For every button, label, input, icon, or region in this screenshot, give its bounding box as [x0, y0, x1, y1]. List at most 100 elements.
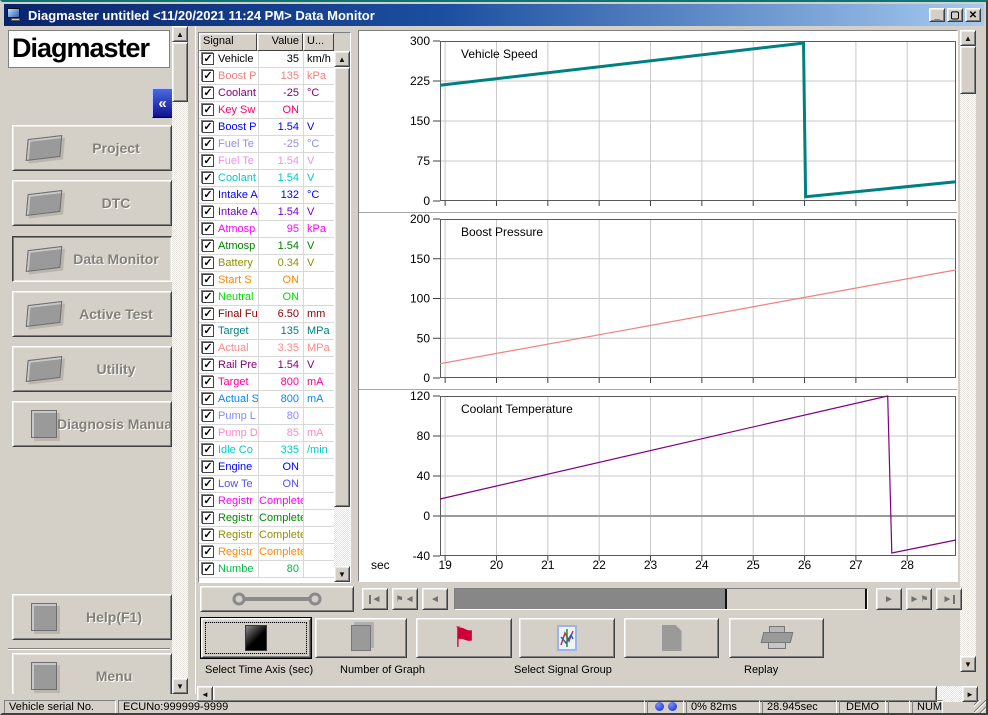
title-bar[interactable]: Diagmaster untitled <11/20/2021 11:24 PM… [4, 4, 984, 26]
chart-scrollbar[interactable]: ▲ ▼ [960, 30, 976, 672]
signal-checkbox[interactable]: ✓ [202, 342, 214, 354]
table-row[interactable]: ✓Start SON [199, 272, 334, 289]
table-row[interactable]: ✓Battery0.34V [199, 255, 334, 272]
select-time-axis-button[interactable] [201, 618, 311, 658]
table-scrollbar[interactable]: ▲ ▼ [334, 51, 350, 582]
timeline-track[interactable] [454, 588, 868, 610]
column-header-signal[interactable]: Signal [199, 33, 257, 51]
table-row[interactable]: ✓NeutralON [199, 289, 334, 306]
scrollbar-thumb[interactable] [960, 46, 976, 94]
sidebar-item-data-monitor[interactable]: Data Monitor [12, 236, 172, 282]
signal-checkbox[interactable]: ✓ [202, 121, 214, 133]
step-next-button[interactable]: ► [876, 588, 902, 610]
settings-wrench-button[interactable] [200, 586, 354, 612]
signal-checkbox[interactable]: ✓ [202, 223, 214, 235]
print-replay-button[interactable] [729, 618, 824, 658]
table-row[interactable]: ✓Low TeON [199, 476, 334, 493]
signal-checkbox[interactable]: ✓ [202, 206, 214, 218]
sidebar-scrollbar[interactable]: ▲ ▼ [172, 26, 188, 694]
sidebar-item-project[interactable]: Project [12, 125, 172, 171]
scrollbar-thumb[interactable] [172, 42, 188, 102]
table-row[interactable]: ✓Boost P1.54V [199, 119, 334, 136]
table-row[interactable]: ✓Vehicle35km/h [199, 51, 334, 68]
sidebar-item-dtc[interactable]: DTC [12, 180, 172, 226]
scroll-up-icon[interactable]: ▲ [334, 51, 350, 67]
table-row[interactable]: ✓Coolant-25°C [199, 85, 334, 102]
signal-checkbox[interactable]: ✓ [202, 376, 214, 388]
timeline-thumb[interactable] [725, 589, 867, 609]
scroll-up-icon[interactable]: ▲ [960, 30, 976, 46]
sidebar-item-utility[interactable]: Utility [12, 346, 172, 392]
signal-checkbox[interactable]: ✓ [202, 104, 214, 116]
table-row[interactable]: ✓Fuel Te-25°C [199, 136, 334, 153]
table-row[interactable]: ✓Intake A1.54V [199, 204, 334, 221]
table-row[interactable]: ✓Atmosp95kPa [199, 221, 334, 238]
signal-checkbox[interactable]: ✓ [202, 393, 214, 405]
table-row[interactable]: ✓Target800mA [199, 374, 334, 391]
table-row[interactable]: ✓Boost P135kPa [199, 68, 334, 85]
table-row[interactable]: ✓Pump L80 [199, 408, 334, 425]
signal-checkbox[interactable]: ✓ [202, 87, 214, 99]
signal-checkbox[interactable]: ✓ [202, 325, 214, 337]
table-row[interactable]: ✓Intake A132°C [199, 187, 334, 204]
signal-checkbox[interactable]: ✓ [202, 410, 214, 422]
column-header-unit[interactable]: U... [303, 33, 334, 51]
table-row[interactable]: ✓Final Fu6.50mm [199, 306, 334, 323]
scroll-down-icon[interactable]: ▼ [960, 656, 976, 672]
signal-checkbox[interactable]: ✓ [202, 308, 214, 320]
table-row[interactable]: ✓RegistrComplete [199, 510, 334, 527]
scroll-up-icon[interactable]: ▲ [172, 26, 188, 42]
signal-checkbox[interactable]: ✓ [202, 155, 214, 167]
table-row[interactable]: ✓Actual3.35MPa [199, 340, 334, 357]
resize-grip[interactable] [974, 700, 988, 715]
table-row[interactable]: ✓Actual S800mA [199, 391, 334, 408]
table-row[interactable]: ✓RegistrComplete [199, 493, 334, 510]
signal-checkbox[interactable]: ✓ [202, 529, 214, 541]
signal-checkbox[interactable]: ✓ [202, 495, 214, 507]
signal-checkbox[interactable]: ✓ [202, 138, 214, 150]
table-row[interactable]: ✓Rail Pre1.54V [199, 357, 334, 374]
signal-checkbox[interactable]: ✓ [202, 240, 214, 252]
table-row[interactable]: ✓Coolant1.54V [199, 170, 334, 187]
signal-checkbox[interactable]: ✓ [202, 53, 214, 65]
go-start-button[interactable]: ◄ [362, 588, 388, 610]
step-prev-button[interactable]: ◄ [422, 588, 448, 610]
signal-checkbox[interactable]: ✓ [202, 274, 214, 286]
signal-checkbox[interactable]: ✓ [202, 512, 214, 524]
signal-checkbox[interactable]: ✓ [202, 257, 214, 269]
flag-button[interactable]: ⚑ [416, 618, 512, 658]
close-button[interactable]: ✕ [965, 8, 981, 22]
table-row[interactable]: ✓RegistrComplete [199, 544, 334, 561]
marker-prev-button[interactable]: ⚑◄ [392, 588, 418, 610]
table-row[interactable]: ✓Idle Co335/min [199, 442, 334, 459]
scroll-down-icon[interactable]: ▼ [172, 678, 188, 694]
minimize-button[interactable]: _ [929, 8, 945, 22]
select-signal-group-button[interactable] [519, 618, 615, 658]
signal-checkbox[interactable]: ✓ [202, 478, 214, 490]
signal-checkbox[interactable]: ✓ [202, 444, 214, 456]
back-button[interactable]: « [152, 88, 172, 118]
scroll-down-icon[interactable]: ▼ [334, 566, 350, 582]
sidebar-item-diagnosis-manual[interactable]: Diagnosis Manual [12, 401, 172, 447]
table-row[interactable]: ✓RegistrComplete [199, 527, 334, 544]
sidebar-item-help[interactable]: Help(F1) [12, 594, 172, 640]
table-row[interactable]: ✓Fuel Te1.54V [199, 153, 334, 170]
signal-checkbox[interactable]: ✓ [202, 461, 214, 473]
signal-checkbox[interactable]: ✓ [202, 70, 214, 82]
sidebar-item-active-test[interactable]: Active Test [12, 291, 172, 337]
sidebar-item-menu[interactable]: Menu [12, 653, 172, 694]
table-row[interactable]: ✓Key SwON [199, 102, 334, 119]
table-row[interactable]: ✓EngineON [199, 459, 334, 476]
number-of-graph-button[interactable] [315, 618, 407, 658]
scrollbar-thumb[interactable] [334, 67, 350, 507]
table-row[interactable]: ✓Numbe80 [199, 561, 334, 578]
table-row[interactable]: ✓Target135MPa [199, 323, 334, 340]
signal-checkbox[interactable]: ✓ [202, 172, 214, 184]
go-end-button[interactable]: ► [936, 588, 962, 610]
signal-checkbox[interactable]: ✓ [202, 291, 214, 303]
maximize-button[interactable]: ▢ [947, 8, 963, 22]
table-row[interactable]: ✓Atmosp1.54V [199, 238, 334, 255]
signal-checkbox[interactable]: ✓ [202, 563, 214, 575]
marker-next-button[interactable]: ►⚑ [906, 588, 932, 610]
signal-checkbox[interactable]: ✓ [202, 427, 214, 439]
